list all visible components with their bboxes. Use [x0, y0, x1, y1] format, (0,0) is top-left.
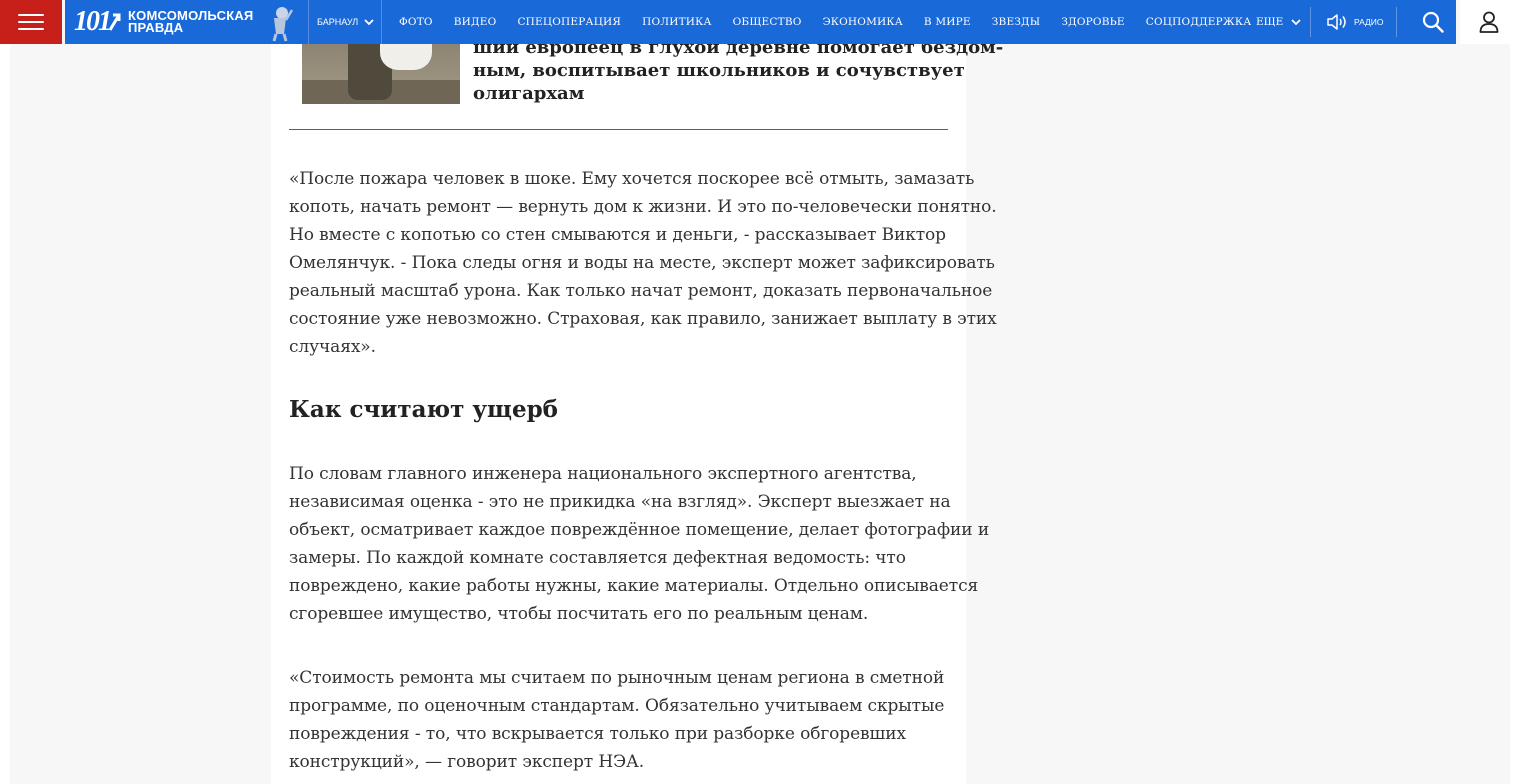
radio-button[interactable]: РАДИО [1326, 0, 1384, 44]
nav-item-photo[interactable]: ФОТО [399, 16, 433, 28]
paragraph-line: «После пожара человек в шоке. Ему хочетс… [289, 169, 975, 189]
logo-line-2: ПРАВДА [128, 20, 184, 35]
paragraph-line: Омелянчук. - Пока следы огня и воды на м… [289, 253, 995, 273]
paragraph-line: случаях». [289, 337, 376, 357]
profile-button[interactable] [1460, 0, 1518, 44]
chevron-down-icon [1291, 18, 1301, 25]
nav-item-video[interactable]: ВИДЕО [454, 16, 497, 28]
logo-arrow-icon [108, 13, 121, 31]
nav-item-social-support[interactable]: СОЦПОДДЕРЖКА [1146, 16, 1252, 28]
related-title-line: олигархам [473, 83, 585, 104]
chevron-down-icon [364, 18, 374, 25]
user-icon [1479, 11, 1499, 33]
nav-item-world[interactable]: В МИРЕ [924, 16, 971, 28]
nav-item-special-operation[interactable]: СПЕЦОПЕРАЦИЯ [517, 16, 621, 28]
related-title-line: ным, воспитывает школьников и сочувствуе… [473, 60, 965, 81]
radio-label: РАДИО [1354, 17, 1384, 27]
city-label: БАРНАУЛ [317, 17, 359, 27]
more-label: ЕЩЕ [1256, 16, 1284, 28]
nav-item-society[interactable]: ОБЩЕСТВО [733, 16, 802, 28]
logo-number: 101 [74, 6, 112, 37]
mascot-icon [272, 7, 294, 42]
paragraph-line: копоть, начать ремонт — вернуть дом к жи… [289, 197, 997, 217]
article-paragraph: По словам главного инженера национальног… [289, 460, 990, 628]
menu-button[interactable] [0, 0, 62, 44]
divider [1396, 7, 1397, 37]
paragraph-line: Но вместе с копотью со стен смываются и … [289, 225, 946, 245]
paragraph-line: состояние уже невозможно. Страховая, как… [289, 309, 997, 329]
paragraph-line: По словам главного инженера национальног… [289, 464, 917, 484]
paragraph-line: реальный масштаб урона. Как только начат… [289, 281, 993, 301]
paragraph-line: программе, по оценочным стандартам. Обяз… [289, 696, 945, 716]
hamburger-icon [18, 14, 44, 30]
search-button[interactable] [1410, 0, 1456, 44]
search-icon [1422, 11, 1444, 33]
more-menu-button[interactable]: ЕЩЕ [1256, 0, 1301, 44]
site-header: 101 КОМСОМОЛЬСКАЯ ПРАВДА БАРНАУЛ ФОТО ВИ… [0, 0, 1518, 44]
divider [1310, 7, 1311, 37]
article-paragraph: «После пожара человек в шоке. Ему хочетс… [289, 165, 997, 361]
paragraph-line: повреждения - то, что вскрывается только… [289, 724, 906, 744]
paragraph-line: объект, осматривает каждое повреждённое … [289, 520, 990, 540]
city-selector[interactable]: БАРНАУЛ [308, 0, 382, 44]
section-heading: Как считают ущерб [289, 396, 559, 423]
paragraph-line: замеры. По каждой комнате составляется д… [289, 548, 906, 568]
paragraph-line: «Стоимость ремонта мы считаем по рыночны… [289, 668, 945, 688]
main-nav: ФОТО ВИДЕО СПЕЦОПЕРАЦИЯ ПОЛИТИКА ОБЩЕСТВ… [399, 0, 1272, 44]
nav-item-economy[interactable]: ЭКОНОМИКА [823, 16, 903, 28]
paragraph-line: независимая оценка - это не прикидка «на… [289, 492, 951, 512]
paragraph-line: сгоревшее имущество, чтобы посчитать его… [289, 604, 869, 624]
paragraph-line: конструкций», — говорит эксперт НЭА. [289, 752, 645, 772]
site-logo[interactable]: 101 КОМСОМОЛЬСКАЯ ПРАВДА [74, 4, 294, 42]
nav-item-politics[interactable]: ПОЛИТИКА [642, 16, 712, 28]
paragraph-line: повреждено, какие работы нужны, какие ма… [289, 576, 979, 596]
speaker-icon [1327, 14, 1346, 30]
nav-item-stars[interactable]: ЗВЕЗДЫ [992, 16, 1041, 28]
logo-text: КОМСОМОЛЬСКАЯ ПРАВДА [128, 9, 253, 35]
article-paragraph: «Стоимость ремонта мы считаем по рыночны… [289, 664, 969, 776]
nav-item-health[interactable]: ЗДОРОВЬЕ [1061, 16, 1124, 28]
